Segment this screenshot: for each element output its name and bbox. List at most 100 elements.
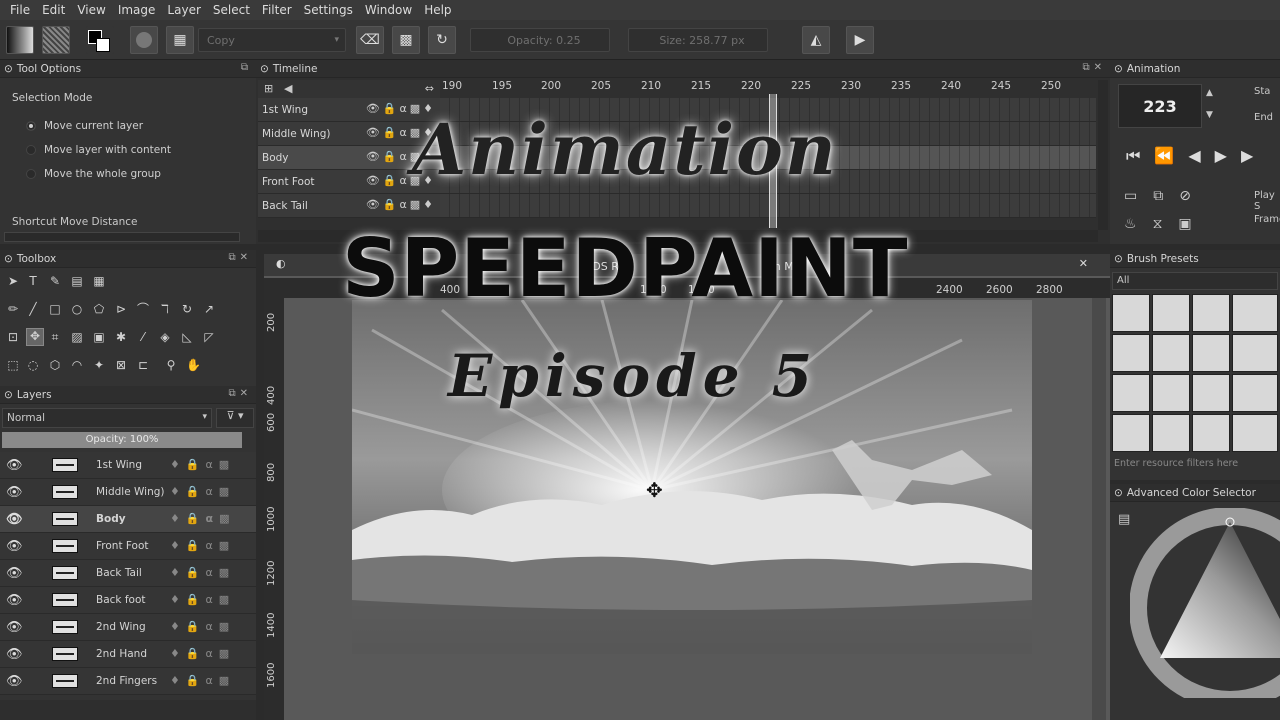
brush-tool-icon[interactable]: ✏ [6, 302, 20, 316]
collapse-icon[interactable]: ⊙ [4, 389, 13, 401]
freehand-path-icon[interactable]: ℸ [158, 302, 172, 316]
brush-preset-thumb[interactable] [1192, 294, 1230, 332]
bezier-select-icon[interactable]: ⊏ [136, 358, 150, 372]
pan-tool-icon[interactable]: ✋ [186, 358, 201, 372]
brush-preset-thumb[interactable] [1232, 334, 1278, 372]
polygon-select-icon[interactable]: ⬡ [48, 358, 62, 372]
collapse-icon[interactable]: ⊙ [1114, 253, 1123, 265]
canvas-tab-icon[interactable]: ◐ [276, 257, 286, 270]
layer-row[interactable]: 👁 Back Tail ♦🔒α▩ [0, 560, 256, 587]
crop-tool-icon[interactable]: ⌗ [48, 330, 62, 344]
eye-icon[interactable]: 👁 [6, 593, 23, 608]
zoom-tool-icon[interactable]: ⚲ [164, 358, 178, 372]
measure-tool-icon[interactable]: ◸ [202, 330, 216, 344]
menu-select[interactable]: Select [207, 3, 256, 17]
mirror-vertical-icon[interactable]: ▶ [846, 26, 874, 54]
layer-row[interactable]: 👁 2nd Fingers ♦🔒α▩ [0, 668, 256, 695]
option-move-layer-with-content[interactable]: Move layer with content [0, 138, 256, 162]
collapse-icon[interactable]: ⊙ [4, 63, 13, 75]
add-keyframe-icon[interactable]: ▭ [1124, 188, 1153, 204]
collapse-icon[interactable]: ⊙ [1114, 63, 1123, 75]
gradient-selector-button[interactable] [6, 26, 34, 54]
bezier-tool-icon[interactable]: ⌒ [136, 302, 150, 316]
brush-preset-thumb[interactable] [1152, 294, 1190, 332]
spin-up-icon[interactable]: ▲ [1206, 88, 1213, 98]
canvas-vertical-scrollbar[interactable] [1092, 298, 1106, 720]
layer-lock-icons[interactable]: ♦🔒α▩ [170, 674, 235, 687]
polygon-tool-icon[interactable]: ⬠ [92, 302, 106, 316]
expand-icon[interactable]: ⇔ [425, 82, 434, 95]
menu-edit[interactable]: Edit [36, 3, 71, 17]
brush-tag-select[interactable]: All [1112, 272, 1278, 290]
layer-visibility-icons[interactable]: 👁🔒α▩♦ [366, 198, 436, 211]
option-move-current-layer[interactable]: Move current layer [0, 114, 256, 138]
pattern-tool-icon[interactable]: ▦ [92, 274, 106, 288]
brush-preset-thumb[interactable] [1152, 414, 1190, 452]
brush-preset-thumb[interactable] [1232, 294, 1278, 332]
freehand-select-icon[interactable]: ◠ [70, 358, 84, 372]
brush-preset-thumb[interactable] [1232, 374, 1278, 412]
radio-icon[interactable] [26, 121, 36, 131]
float-close-icon[interactable]: ⧉✕ [1082, 62, 1106, 73]
frame-settings-icon[interactable]: ▣ [1178, 216, 1207, 232]
timeline-vertical-scrollbar[interactable] [1098, 80, 1108, 230]
eye-icon[interactable]: 👁 [6, 647, 23, 662]
text-tool-icon[interactable]: T [26, 274, 40, 288]
menu-layer[interactable]: Layer [161, 3, 206, 17]
brush-preset-thumb[interactable] [1112, 374, 1150, 412]
move-tool-icon[interactable]: ✥ [26, 328, 44, 346]
select-shapes-tool-icon[interactable]: ➤ [6, 274, 20, 288]
add-layer-icon[interactable]: ⊞ [264, 82, 273, 95]
pattern-selector-button[interactable] [42, 26, 70, 54]
menu-window[interactable]: Window [359, 3, 418, 17]
next-frame-icon[interactable]: ▶ [1241, 146, 1267, 165]
smart-patch-icon[interactable]: ✱ [114, 330, 128, 344]
menu-file[interactable]: File [4, 3, 36, 17]
layer-blend-mode-select[interactable]: Normal ▾ [2, 408, 212, 428]
layer-lock-icons[interactable]: ♦🔒α▩ [170, 647, 235, 660]
ellipse-tool-icon[interactable]: ○ [70, 302, 84, 316]
brush-preset-thumb[interactable] [1192, 374, 1230, 412]
brush-preset-thumb[interactable] [1112, 334, 1150, 372]
eye-icon[interactable]: 👁 [6, 485, 23, 500]
prev-keyframe-icon[interactable]: ⏪ [1154, 146, 1188, 165]
duplicate-keyframe-icon[interactable]: ⧉ [1153, 188, 1179, 204]
assistant-tool-icon[interactable]: ◺ [180, 330, 194, 344]
calligraphy-tool-icon[interactable]: ▤ [70, 274, 84, 288]
blend-mode-select[interactable]: Copy ▾ [198, 28, 346, 52]
mirror-horizontal-icon[interactable]: ◭ [802, 26, 830, 54]
layer-row[interactable]: 👁 Back foot ♦🔒α▩ [0, 587, 256, 614]
eye-icon[interactable]: 👁 [6, 674, 23, 689]
layer-filter-button[interactable]: ⊽ ▾ [216, 408, 254, 428]
layer-lock-icons[interactable]: ♦🔒α▩ [170, 539, 235, 552]
workspace-grid-icon[interactable]: ▦ [166, 26, 194, 54]
fg-bg-color-swatch[interactable] [86, 26, 114, 54]
eraser-mode-icon[interactable]: ⌫ [356, 26, 384, 54]
brush-preset-thumb[interactable] [1112, 294, 1150, 332]
menu-filter[interactable]: Filter [256, 3, 298, 17]
colorize-tool-icon[interactable]: ▣ [92, 330, 106, 344]
layer-row[interactable]: 👁 Middle Wing) ♦🔒α▩ [0, 479, 256, 506]
timeline-layer-row[interactable]: Back Tail 👁🔒α▩♦ [258, 194, 440, 218]
multibrush-icon[interactable]: ↗ [202, 302, 216, 316]
layer-row[interactable]: 👁 1st Wing ♦🔒α▩ [0, 452, 256, 479]
layer-row[interactable]: 👁 Front Foot ♦🔒α▩ [0, 533, 256, 560]
float-close-icon[interactable]: ⧉✕ [228, 252, 252, 263]
float-icon[interactable]: ⧉ [241, 62, 252, 73]
brush-preset-icon[interactable] [130, 26, 158, 54]
eye-icon[interactable]: 👁 [6, 512, 23, 527]
preserve-alpha-icon[interactable]: ▩ [392, 26, 420, 54]
prev-frame-icon[interactable]: ◀ [1188, 146, 1214, 165]
radio-icon[interactable] [26, 145, 36, 155]
reload-preset-icon[interactable]: ↻ [428, 26, 456, 54]
color-picker-icon[interactable]: ⁄ [136, 330, 150, 344]
onion-skin-icon[interactable]: ◀ [284, 82, 292, 95]
first-frame-icon[interactable]: ⏮ [1126, 146, 1154, 165]
brush-preset-thumb[interactable] [1192, 334, 1230, 372]
layer-lock-icons[interactable]: ♦🔒α▩ [170, 566, 235, 579]
brush-preset-thumb[interactable] [1152, 334, 1190, 372]
eye-icon[interactable]: 👁 [6, 566, 23, 581]
brush-filter-input[interactable]: Enter resource filters here [1112, 458, 1278, 474]
layer-lock-icons[interactable]: ♦🔒α▩ [170, 512, 236, 525]
menu-settings[interactable]: Settings [298, 3, 359, 17]
